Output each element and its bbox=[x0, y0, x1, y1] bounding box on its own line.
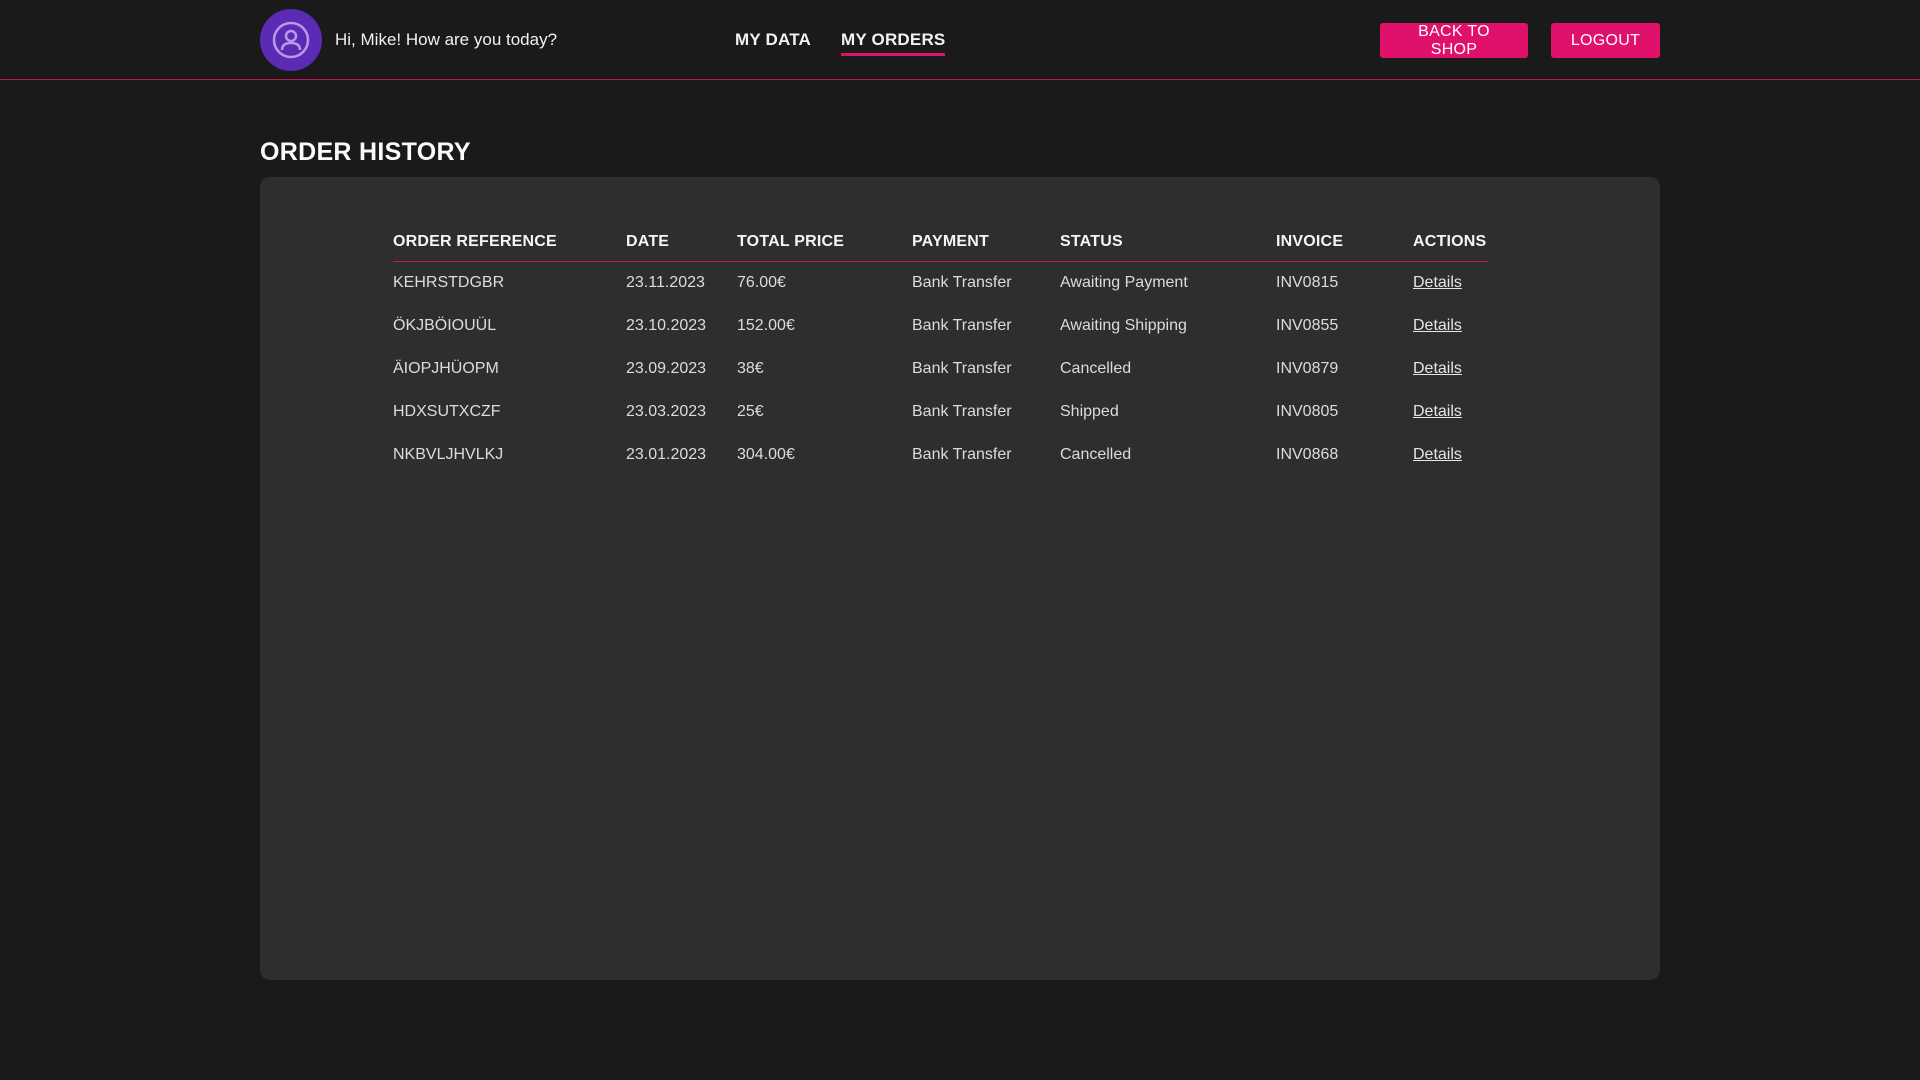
details-link[interactable]: Details bbox=[1413, 317, 1462, 334]
order-actions-cell: Details bbox=[1413, 390, 1488, 433]
order-invoice: INV0805 bbox=[1276, 402, 1339, 420]
order-reference: NKBVLJHVLKJ bbox=[393, 445, 504, 463]
order-actions-cell: Details bbox=[1413, 433, 1488, 476]
order-date: 23.11.2023 bbox=[626, 273, 705, 291]
order-invoice: INV0868 bbox=[1276, 445, 1339, 463]
order-total: 76.00€ bbox=[737, 273, 786, 291]
order-total: 304.00€ bbox=[737, 445, 795, 463]
order-actions-cell: Details bbox=[1413, 304, 1488, 347]
table-row: HDXSUTXCZF 23.03.2023 25€ Bank Transfer … bbox=[393, 390, 1488, 433]
table-row: ÖKJBÖIOUÜL 23.10.2023 152.00€ Bank Trans… bbox=[393, 304, 1488, 347]
column-header-status: STATUS bbox=[1060, 233, 1276, 262]
order-reference: KEHRSTDGBR bbox=[393, 273, 505, 291]
details-link[interactable]: Details bbox=[1413, 274, 1462, 291]
order-date: 23.03.2023 bbox=[626, 402, 707, 420]
order-payment: Bank Transfer bbox=[912, 359, 1012, 377]
column-header-date: DATE bbox=[626, 233, 737, 262]
back-to-shop-button[interactable]: BACK TO SHOP bbox=[1380, 23, 1528, 58]
order-actions-cell: Details bbox=[1413, 261, 1488, 304]
column-header-payment: PAYMENT bbox=[912, 233, 1060, 262]
details-link[interactable]: Details bbox=[1413, 446, 1462, 463]
order-reference: HDXSUTXCZF bbox=[393, 402, 501, 420]
table-row: ÄIOPJHÜOPM 23.09.2023 38€ Bank Transfer … bbox=[393, 347, 1488, 390]
user-icon bbox=[272, 21, 310, 59]
top-navigation-bar: Hi, Mike! How are you today? MY DATA MY … bbox=[0, 0, 1920, 80]
order-actions-cell: Details bbox=[1413, 347, 1488, 390]
orders-panel: ORDER REFERENCE DATE TOTAL PRICE PAYMENT… bbox=[260, 177, 1660, 980]
order-reference: ÄIOPJHÜOPM bbox=[393, 359, 499, 377]
nav-my-orders[interactable]: MY ORDERS bbox=[841, 30, 946, 56]
orders-table: ORDER REFERENCE DATE TOTAL PRICE PAYMENT… bbox=[393, 233, 1488, 476]
order-total: 38€ bbox=[737, 359, 764, 377]
column-header-actions: ACTIONS bbox=[1413, 233, 1488, 262]
order-payment: Bank Transfer bbox=[912, 273, 1012, 291]
order-invoice: INV0855 bbox=[1276, 316, 1339, 334]
order-payment: Bank Transfer bbox=[912, 402, 1012, 420]
table-row: KEHRSTDGBR 23.11.2023 76.00€ Bank Transf… bbox=[393, 261, 1488, 304]
order-status: Shipped bbox=[1060, 402, 1119, 420]
order-total: 25€ bbox=[737, 402, 764, 420]
details-link[interactable]: Details bbox=[1413, 403, 1462, 420]
order-date: 23.09.2023 bbox=[626, 359, 707, 377]
greeting-text: Hi, Mike! How are you today? bbox=[335, 30, 558, 49]
order-status: Cancelled bbox=[1060, 359, 1132, 377]
order-date: 23.01.2023 bbox=[626, 445, 707, 463]
order-date: 23.10.2023 bbox=[626, 316, 707, 334]
order-total: 152.00€ bbox=[737, 316, 795, 334]
page-title: ORDER HISTORY bbox=[260, 138, 471, 166]
user-avatar[interactable] bbox=[260, 9, 322, 71]
nav-my-data[interactable]: MY DATA bbox=[735, 30, 811, 56]
column-header-invoice: INVOICE bbox=[1276, 233, 1413, 262]
column-header-order-reference: ORDER REFERENCE bbox=[393, 233, 626, 262]
details-link[interactable]: Details bbox=[1413, 360, 1462, 377]
account-nav: MY DATA MY ORDERS bbox=[735, 30, 946, 56]
order-status: Awaiting Shipping bbox=[1060, 316, 1187, 334]
table-row: NKBVLJHVLKJ 23.01.2023 304.00€ Bank Tran… bbox=[393, 433, 1488, 476]
order-status: Cancelled bbox=[1060, 445, 1132, 463]
order-invoice: INV0815 bbox=[1276, 273, 1339, 291]
table-header-row: ORDER REFERENCE DATE TOTAL PRICE PAYMENT… bbox=[393, 233, 1488, 262]
column-header-total-price: TOTAL PRICE bbox=[737, 233, 912, 262]
order-payment: Bank Transfer bbox=[912, 445, 1012, 463]
order-payment: Bank Transfer bbox=[912, 316, 1012, 334]
order-invoice: INV0879 bbox=[1276, 359, 1339, 377]
order-reference: ÖKJBÖIOUÜL bbox=[393, 316, 497, 334]
logout-button[interactable]: LOGOUT bbox=[1551, 23, 1660, 58]
order-status: Awaiting Payment bbox=[1060, 273, 1188, 291]
